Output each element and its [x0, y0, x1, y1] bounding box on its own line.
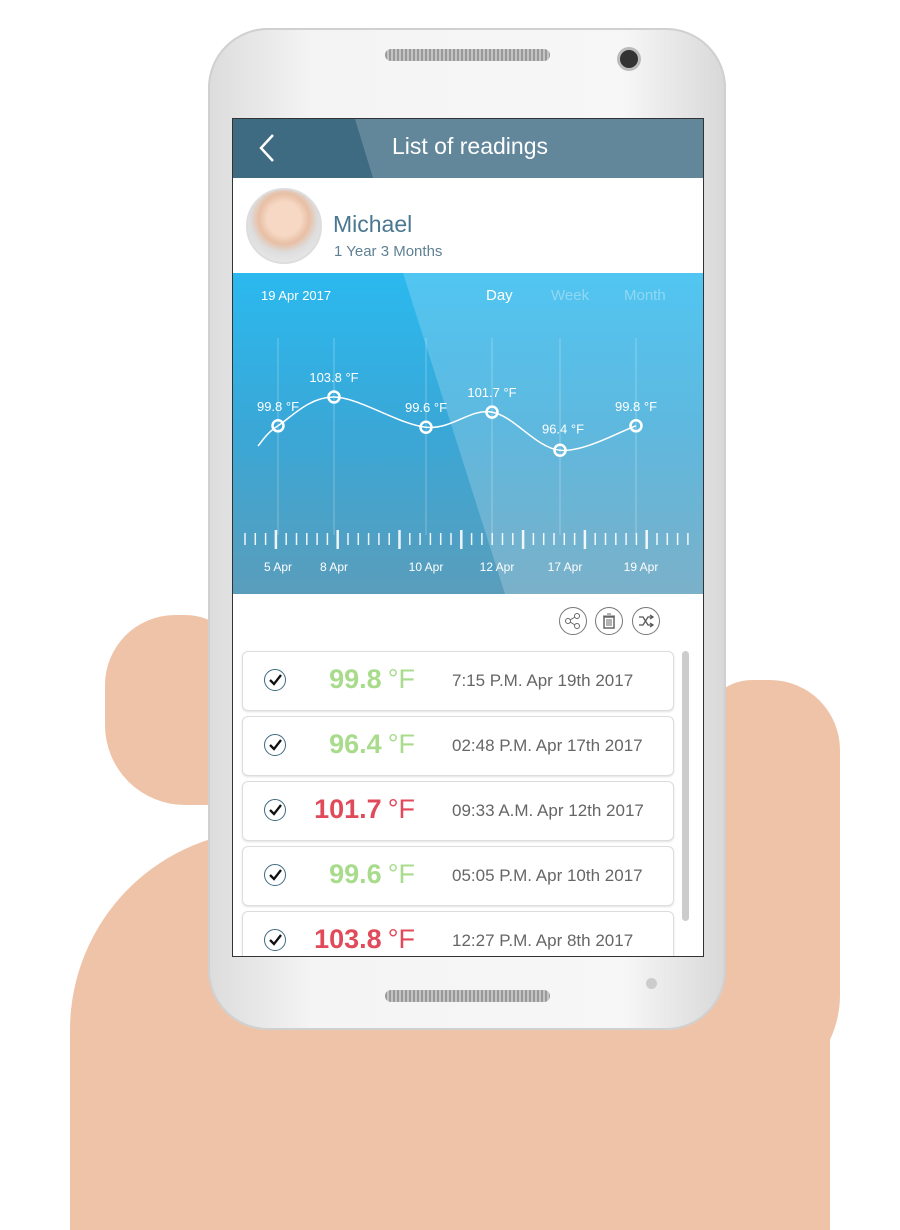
check-icon — [269, 934, 282, 946]
phone-speaker — [385, 49, 550, 61]
reading-time: 12:27 P.M. Apr 8th 2017 — [452, 931, 634, 950]
data-label: 99.6 °F — [405, 400, 447, 415]
x-tick-label: 12 Apr — [480, 560, 515, 574]
reading-time: 05:05 P.M. Apr 10th 2017 — [452, 866, 643, 885]
reading-unit: °F — [387, 924, 415, 954]
check-icon — [269, 674, 282, 686]
reading-value: 99.8 — [329, 664, 382, 694]
avatar[interactable] — [246, 188, 322, 264]
share-button[interactable] — [559, 607, 587, 635]
reading-temperature: 96.4 °F — [329, 729, 415, 760]
app-header: List of readings — [233, 119, 703, 178]
share-icon — [565, 613, 580, 629]
reading-value: 101.7 — [314, 794, 382, 824]
profile-age: 1 Year 3 Months — [334, 243, 443, 260]
checkbox[interactable] — [264, 799, 286, 821]
check-icon — [269, 804, 282, 816]
check-icon — [269, 739, 282, 751]
page-title: List of readings — [233, 133, 703, 160]
reading-temperature: 101.7 °F — [314, 794, 415, 825]
reading-unit: °F — [387, 859, 415, 889]
check-icon — [269, 869, 282, 881]
data-label: 96.4 °F — [542, 421, 584, 436]
x-tick-label: 8 Apr — [320, 560, 348, 574]
reading-value: 96.4 — [329, 729, 382, 759]
delete-button[interactable] — [595, 607, 623, 635]
data-label: 99.8 °F — [257, 399, 299, 414]
reading-time: 09:33 A.M. Apr 12th 2017 — [452, 801, 644, 820]
reading-value: 99.6 — [329, 859, 382, 889]
checkbox[interactable] — [264, 669, 286, 691]
data-label: 99.8 °F — [615, 399, 657, 414]
temperature-chart: 19 Apr 2017 Day Week Month 99.8 °F 5 Apr 1… — [233, 273, 703, 594]
x-tick-label: 5 Apr — [264, 560, 292, 574]
reading-time: 7:15 P.M. Apr 19th 2017 — [452, 671, 634, 690]
reading-time: 02:48 P.M. Apr 17th 2017 — [452, 736, 643, 755]
shuffle-icon — [639, 614, 655, 628]
reading-row[interactable]: 101.7 °F 09:33 A.M. Apr 12th 2017 — [242, 781, 674, 841]
checkbox[interactable] — [264, 734, 286, 756]
phone-speaker-bottom — [385, 990, 550, 1002]
page-title-text: List of readings — [392, 133, 548, 159]
data-label: 101.7 °F — [467, 385, 516, 400]
reading-unit: °F — [387, 729, 415, 759]
profile-name: Michael — [333, 211, 413, 237]
phone-sensor — [646, 978, 657, 989]
list-scrollbar[interactable] — [682, 651, 689, 921]
reading-row[interactable]: 96.4 °F 02:48 P.M. Apr 17th 2017 — [242, 716, 674, 776]
trash-icon — [603, 613, 615, 629]
checkbox[interactable] — [264, 864, 286, 886]
reading-row[interactable]: 99.8 °F 7:15 P.M. Apr 19th 2017 — [242, 651, 674, 711]
reading-value: 103.8 — [314, 924, 382, 954]
x-tick-label: 17 Apr — [548, 560, 583, 574]
x-tick-label: 19 Apr — [624, 560, 659, 574]
profile-card: Michael 1 Year 3 Months — [233, 178, 703, 273]
data-label: 103.8 °F — [309, 370, 358, 385]
reading-unit: °F — [387, 794, 415, 824]
phone-camera — [620, 50, 638, 68]
reading-temperature: 103.8 °F — [314, 924, 415, 955]
checkbox[interactable] — [264, 929, 286, 951]
app-screen: List of readings Michael 1 Year 3 Months… — [232, 118, 704, 957]
chart-plot: 99.8 °F 5 Apr 103.8 °F 8 Apr 99.6 °F 10 Apr 10… — [244, 338, 689, 574]
x-tick-label: 10 Apr — [409, 560, 444, 574]
reading-temperature: 99.8 °F — [329, 664, 415, 695]
reading-row[interactable]: 99.6 °F 05:05 P.M. Apr 10th 2017 — [242, 846, 674, 906]
reading-unit: °F — [387, 664, 415, 694]
reading-row[interactable]: 103.8 °F 12:27 P.M. Apr 8th 2017 — [242, 911, 674, 956]
shuffle-button[interactable] — [632, 607, 660, 635]
reading-temperature: 99.6 °F — [329, 859, 415, 890]
